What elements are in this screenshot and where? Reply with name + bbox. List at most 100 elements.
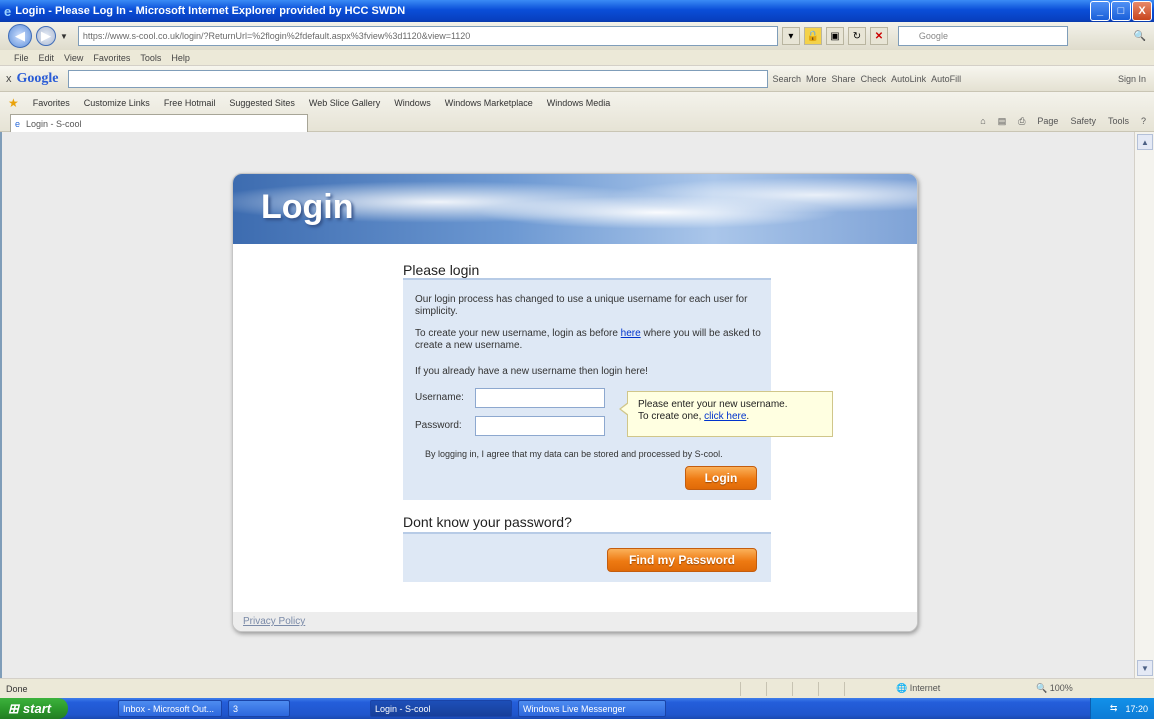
status-segment [766,682,790,696]
fav-link-windows[interactable]: Windows [394,98,431,108]
menu-file[interactable]: File [14,53,29,63]
login-banner: Login [233,174,917,244]
minimize-button[interactable]: _ [1090,1,1110,21]
google-tool-check[interactable]: Check [861,74,887,84]
fav-link-customize[interactable]: Customize Links [84,98,150,108]
address-dropdown-icon[interactable]: ▾ [781,27,800,45]
taskbar-item-messenger[interactable]: Windows Live Messenger [518,700,666,717]
address-input[interactable]: https://www.s-cool.co.uk/login/?ReturnUr… [77,26,778,46]
system-tray: ⇆ 17:20 [1090,698,1154,719]
forgot-password-heading: Dont know your password? [403,514,572,530]
zoom-icon: 🔍 [1036,683,1048,693]
menu-favorites[interactable]: Favorites [93,53,130,63]
cmd-page[interactable]: Page [1037,116,1058,127]
status-segment [844,682,868,696]
intro-text-1: Our login process has changed to use a u… [415,294,748,317]
fav-link-hotmail[interactable]: Free Hotmail [164,98,216,108]
login-panel: Our login process has changed to use a u… [403,278,771,500]
window-controls: _ □ X [1090,1,1152,21]
status-segment [818,682,842,696]
security-zone[interactable]: 🌐 Internet [896,683,940,694]
maximize-button[interactable]: □ [1111,1,1131,21]
search-go-icon[interactable]: 🔍 [1134,31,1146,42]
username-tooltip: Please enter your new username. To creat… [619,391,833,437]
username-input[interactable] [475,388,605,408]
password-input[interactable] [475,416,605,436]
password-label: Password: [415,420,462,431]
menu-edit[interactable]: Edit [39,53,55,63]
help-icon[interactable]: ? [1141,116,1146,127]
taskbar: ⊞ start Inbox - Microsoft Out... 3 Login… [0,698,1154,719]
privacy-policy-link[interactable]: Privacy Policy [243,616,305,627]
status-segment [740,682,764,696]
tray-network-icon[interactable]: ⇆ [1110,703,1118,714]
zoom-value: 100% [1049,683,1073,693]
google-signin[interactable]: Sign In [1118,74,1146,84]
google-tool-autofill[interactable]: AutoFill [931,74,961,84]
google-tool-autolink[interactable]: AutoLink [891,74,926,84]
cmd-tools[interactable]: Tools [1108,116,1129,127]
menu-bar: File Edit View Favorites Tools Help [0,50,1154,66]
banner-title: Login [261,188,354,226]
clock: 17:20 [1125,703,1148,714]
fav-link-media[interactable]: Windows Media [547,98,611,108]
favorites-star-icon[interactable]: ★ [8,96,19,110]
intro-text-3: If you already have a new username then … [415,366,648,377]
history-dropdown-icon[interactable]: ▼ [60,32,68,41]
favorites-button[interactable]: Favorites [33,98,70,108]
tooltip-click-here-link[interactable]: click here [704,411,746,422]
login-button[interactable]: Login [685,466,757,490]
menu-tools[interactable]: Tools [140,53,161,63]
zoom-level[interactable]: 🔍 100% [1036,683,1073,694]
card-footer: Privacy Policy [233,612,917,631]
home-icon[interactable]: ⌂ [980,116,985,127]
google-toolbar-close[interactable]: x [6,73,12,85]
feeds-icon[interactable]: ▤ [998,116,1007,127]
globe-icon: 🌐 [896,683,908,693]
tab-login[interactable]: e Login - S-cool [10,114,308,132]
menu-view[interactable]: View [64,53,83,63]
google-search-input[interactable] [67,69,768,88]
google-search-button[interactable]: Search [773,74,802,84]
find-password-button[interactable]: Find my Password [607,548,757,572]
tab-ie-icon: e [15,118,21,129]
menu-help[interactable]: Help [171,53,190,63]
google-tool-share[interactable]: Share [832,74,856,84]
window-title-bar: e Login - Please Log In - Microsoft Inte… [0,0,1154,22]
taskbar-item-folder[interactable]: 3 [228,700,290,717]
forward-button[interactable]: ▶ [36,26,56,46]
tooltip-line-2-before: To create one, [638,411,705,422]
scroll-up-icon[interactable]: ▲ [1137,134,1153,150]
create-username-link[interactable]: here [621,328,641,339]
status-bar: Done 🌐 Internet 🔍 100% [0,678,1154,698]
username-label: Username: [415,392,464,403]
address-toolbar: ◀ ▶ ▼ https://www.s-cool.co.uk/login/?Re… [0,22,1154,50]
start-button[interactable]: ⊞ start [0,698,68,719]
lock-icon[interactable]: 🔒 [803,27,822,45]
search-input[interactable]: Google [897,26,1068,46]
tab-label: Login - S-cool [26,118,82,129]
status-text: Done [6,684,28,694]
taskbar-item-outlook[interactable]: Inbox - Microsoft Out... [118,700,222,717]
stop-icon[interactable]: ✕ [869,27,888,45]
back-button[interactable]: ◀ [8,24,32,48]
taskbar-item-login[interactable]: Login - S-cool [370,700,512,717]
vertical-scrollbar[interactable]: ▲ ▼ [1134,132,1154,678]
fav-link-marketplace[interactable]: Windows Marketplace [445,98,533,108]
close-button[interactable]: X [1132,1,1152,21]
google-tool-more[interactable]: More [806,74,827,84]
ie-icon: e [4,3,12,19]
login-card: Login Please login Our login process has… [232,173,918,632]
print-icon[interactable]: ⎙ [1018,116,1025,127]
favorites-bar: ★ Favorites Customize Links Free Hotmail… [0,92,1154,132]
compatibility-icon[interactable]: ▣ [825,27,844,45]
google-toolbar: x Google Search More Share Check AutoLin… [0,66,1154,92]
refresh-icon[interactable]: ↻ [847,27,866,45]
fav-link-suggested[interactable]: Suggested Sites [229,98,295,108]
scroll-down-icon[interactable]: ▼ [1137,660,1153,676]
fav-link-webslice[interactable]: Web Slice Gallery [309,98,380,108]
tooltip-line-1: Please enter your new username. [638,399,788,410]
cmd-safety[interactable]: Safety [1070,116,1096,127]
intro-text-2: To create your new username, login as be… [415,328,765,352]
favorites-links: ★ Favorites Customize Links Free Hotmail… [8,96,610,110]
